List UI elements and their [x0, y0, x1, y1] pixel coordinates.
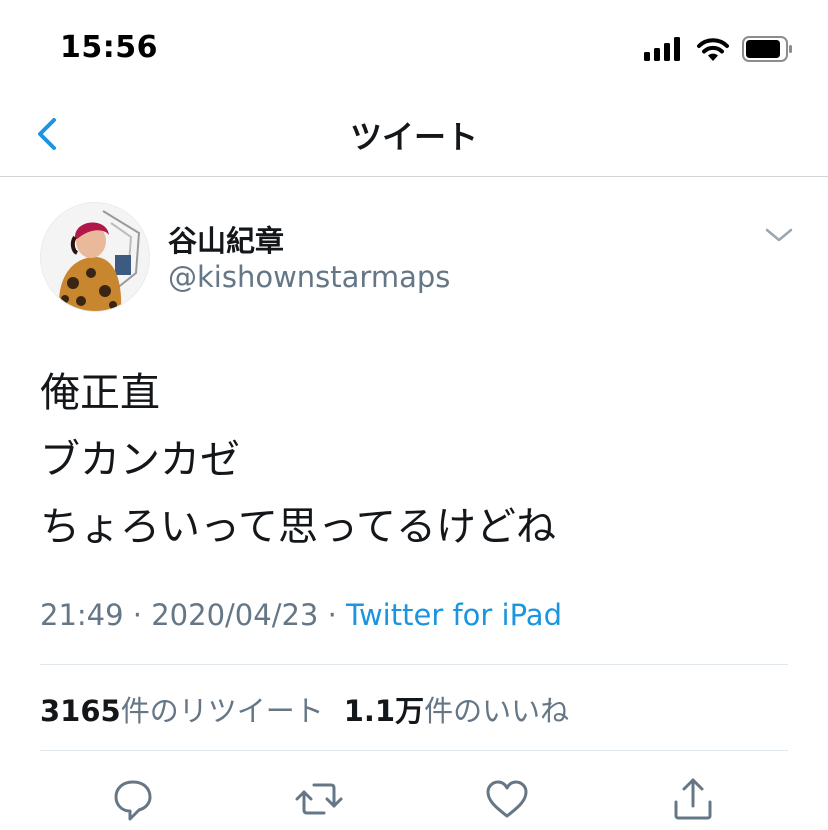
retweets-stat[interactable]: 3165件のリツイート [40, 694, 324, 728]
divider [40, 664, 788, 665]
status-time: 15:56 [60, 30, 158, 65]
tweet-text-line: 俺正直 [40, 370, 160, 416]
retweet-button[interactable] [294, 774, 344, 824]
avatar[interactable] [40, 202, 150, 312]
navigation-bar: ツイート [0, 100, 828, 177]
wifi-icon [697, 38, 729, 61]
tweet-author: 谷山紀章 @kishownstarmaps [40, 202, 800, 312]
author-handle[interactable]: @kishownstarmaps [168, 260, 450, 294]
meta-separator: · [327, 598, 337, 632]
tweet-meta: 21:49 · 2020/04/23 · Twitter for iPad [40, 598, 562, 632]
status-bar: 15:56 [0, 0, 828, 100]
signal-icon [644, 37, 680, 61]
tweet-source-link[interactable]: Twitter for iPad [346, 598, 562, 632]
share-icon [674, 778, 712, 820]
tweet-text: 俺正直 ブカンカゼ ちょろいって思ってるけどね [40, 360, 800, 561]
likes-stat[interactable]: 1.1万件のいいね [344, 694, 569, 728]
tweet-text-line: ちょろいって思ってるけどね [40, 504, 556, 550]
tweet-text-line: ブカンカゼ [40, 437, 240, 483]
tweet-action-bar [0, 770, 828, 830]
retweet-count: 3165 [40, 694, 121, 728]
meta-separator: · [132, 598, 143, 632]
like-button[interactable] [482, 774, 532, 824]
tweet-date: 2020/04/23 [151, 598, 319, 632]
status-icons [644, 36, 794, 62]
like-icon [486, 780, 528, 818]
like-count: 1.1万 [343, 694, 425, 728]
reply-icon [114, 780, 152, 821]
page-title: ツイート [349, 118, 478, 156]
tweet-stats: 3165件のリツイート 1.1万件のいいね [40, 688, 569, 730]
share-button[interactable] [668, 774, 718, 824]
avatar-image [41, 203, 149, 311]
tweet-time: 21:49 [40, 598, 124, 632]
retweet-label: 件のリツイート [120, 694, 324, 728]
author-display-name[interactable]: 谷山紀章 [168, 218, 284, 260]
retweet-icon [295, 783, 343, 815]
battery-icon [742, 36, 792, 62]
divider [40, 750, 788, 751]
reply-button[interactable] [108, 774, 158, 824]
like-label: 件のいいね [424, 694, 570, 728]
chevron-down-icon [765, 228, 793, 242]
more-options-button[interactable] [764, 224, 794, 246]
